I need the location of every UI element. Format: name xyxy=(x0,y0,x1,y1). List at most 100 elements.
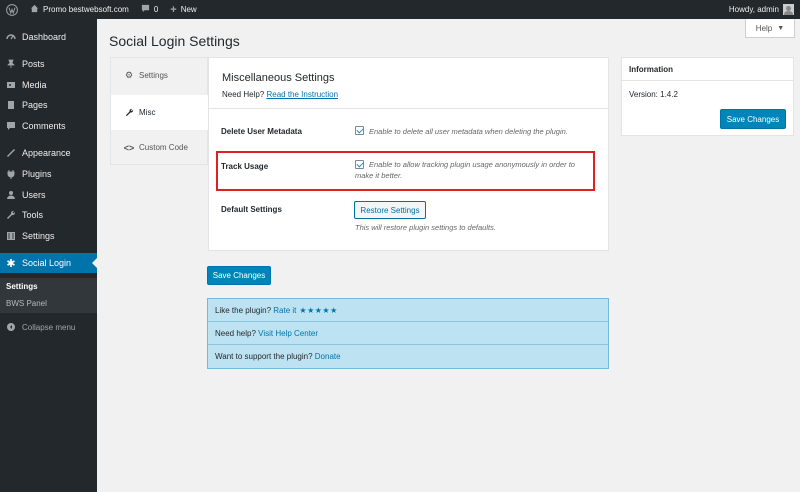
track-usage-checkbox[interactable] xyxy=(355,160,364,169)
settings-tabs: ⚙ Settings Misc <> Custom Code xyxy=(110,57,208,165)
donate-link[interactable]: Donate xyxy=(315,352,341,361)
admin-bar: Promo bestwebsoft.com 0 + New Howdy, adm… xyxy=(0,0,800,19)
submenu-item-settings[interactable]: Settings xyxy=(6,282,38,291)
rating-stars-icon[interactable]: ★★★★★ xyxy=(299,306,337,315)
misc-settings-panel: Miscellaneous Settings Need Help? Read t… xyxy=(208,57,609,251)
help-text: Need help? xyxy=(215,328,256,338)
track-usage-desc: Enable to allow tracking plugin usage an… xyxy=(355,159,575,181)
like-text: Like the plugin? xyxy=(215,305,272,315)
comments-count: 0 xyxy=(153,5,159,14)
sidebar-item-plugins[interactable]: Plugins xyxy=(0,164,97,184)
collapse-menu-button[interactable]: Collapse menu xyxy=(0,317,97,337)
need-help-label: Need Help? xyxy=(222,90,265,99)
page-icon xyxy=(5,99,17,111)
sidebar-item-label: Media xyxy=(22,80,47,90)
avatar xyxy=(783,4,794,15)
help-center-link[interactable]: Visit Help Center xyxy=(258,329,318,338)
save-changes-button[interactable]: Save Changes xyxy=(207,266,271,285)
site-name-link[interactable]: Promo bestwebsoft.com xyxy=(24,0,135,19)
track-usage-desc-line: make it better. xyxy=(355,171,403,180)
admin-sidebar: Dashboard Posts Media Pages Comments App… xyxy=(0,19,97,492)
wrench-icon xyxy=(124,108,134,117)
tab-label: Custom Code xyxy=(139,143,188,152)
help-button[interactable]: Help ▼ xyxy=(745,19,795,38)
support-text: Want to support the plugin? xyxy=(215,352,313,361)
brush-icon xyxy=(5,147,17,159)
sidebar-item-tools[interactable]: Tools xyxy=(0,205,97,225)
plug-icon xyxy=(5,168,17,180)
version-text: Version: 1.4.2 xyxy=(629,90,678,99)
sidebar-item-label: Appearance xyxy=(22,148,71,158)
restore-settings-desc: This will restore plugin settings to def… xyxy=(355,223,496,232)
sidebar-item-label: Users xyxy=(22,190,46,200)
sidebar-item-label: Pages xyxy=(22,100,48,110)
sidebar-item-settings[interactable]: Settings xyxy=(0,226,97,246)
wordpress-logo-icon[interactable] xyxy=(0,0,24,19)
rate-row: Like the plugin? Rate it ★★★★★ xyxy=(208,299,608,322)
sidebar-item-posts[interactable]: Posts xyxy=(0,54,97,74)
delete-metadata-label: Delete User Metadata xyxy=(221,127,302,136)
pin-icon xyxy=(5,58,17,70)
comment-icon xyxy=(5,120,17,132)
instruction-link[interactable]: Read the Instruction xyxy=(266,90,338,99)
comment-icon xyxy=(141,4,150,15)
sidebar-item-label: Dashboard xyxy=(22,32,67,42)
info-save-changes-button[interactable]: Save Changes xyxy=(720,109,786,129)
wrench-icon xyxy=(5,209,17,221)
support-row: Want to support the plugin? Donate xyxy=(208,345,608,368)
sidebar-item-label: Settings xyxy=(22,231,55,241)
sidebar-item-label: Social Login xyxy=(22,258,72,268)
sidebar-item-dashboard[interactable]: Dashboard xyxy=(0,27,97,47)
need-help-text: Need Help? Read the Instruction xyxy=(222,90,338,99)
delete-metadata-desc: Enable to delete all user metadata when … xyxy=(369,127,568,136)
restore-settings-button[interactable]: Restore Settings xyxy=(354,201,426,219)
rate-link[interactable]: Rate it xyxy=(273,306,296,315)
account-menu[interactable]: Howdy, admin xyxy=(729,0,800,19)
site-name: Promo bestwebsoft.com xyxy=(43,5,129,14)
help-row: Need help? Visit Help Center xyxy=(208,322,608,345)
panel-title: Miscellaneous Settings xyxy=(222,72,335,84)
sidebar-item-pages[interactable]: Pages xyxy=(0,95,97,115)
panel-header: Miscellaneous Settings Need Help? Read t… xyxy=(209,58,608,109)
caret-down-icon: ▼ xyxy=(777,24,785,32)
tab-label: Settings xyxy=(139,71,168,80)
collapse-icon xyxy=(5,321,17,333)
sidebar-item-appearance[interactable]: Appearance xyxy=(0,143,97,163)
information-title: Information xyxy=(622,58,793,81)
new-content-link[interactable]: + New xyxy=(164,0,202,19)
sliders-icon xyxy=(5,230,17,242)
howdy-text: Howdy, admin xyxy=(728,5,779,14)
track-usage-label: Track Usage xyxy=(221,162,269,171)
new-label: New xyxy=(180,5,197,14)
sidebar-item-media[interactable]: Media xyxy=(0,75,97,95)
sidebar-item-label: Tools xyxy=(22,210,44,220)
gear-icon: ⚙ xyxy=(124,70,134,80)
plus-icon: + xyxy=(170,3,177,16)
delete-metadata-checkbox[interactable] xyxy=(355,126,364,135)
submenu-item-bws-panel[interactable]: BWS Panel xyxy=(6,299,47,308)
collapse-label: Collapse menu xyxy=(22,322,76,332)
plugin-notice: Like the plugin? Rate it ★★★★★ Need help… xyxy=(207,298,609,369)
sidebar-item-label: Plugins xyxy=(22,169,52,179)
home-icon xyxy=(30,4,39,15)
tab-settings[interactable]: ⚙ Settings xyxy=(111,58,208,93)
sidebar-item-comments[interactable]: Comments xyxy=(0,116,97,136)
code-icon: <> xyxy=(123,142,135,153)
tab-misc[interactable]: Misc xyxy=(111,95,208,130)
sidebar-item-social-login[interactable]: ✱ Social Login xyxy=(0,253,97,273)
default-settings-label: Default Settings xyxy=(221,205,282,214)
dashboard-icon xyxy=(5,31,17,43)
tab-custom-code[interactable]: <> Custom Code xyxy=(111,130,208,165)
help-label: Help xyxy=(755,23,773,33)
sidebar-item-label: Comments xyxy=(22,121,66,131)
users-icon xyxy=(5,189,17,201)
sidebar-item-users[interactable]: Users xyxy=(0,185,97,205)
page-title: Social Login Settings xyxy=(109,33,240,49)
social-login-submenu: Settings BWS Panel xyxy=(0,278,97,313)
track-usage-desc-line: Enable to allow tracking plugin usage an… xyxy=(369,160,575,169)
sidebar-item-label: Posts xyxy=(22,59,45,69)
snowflake-icon: ✱ xyxy=(6,257,16,270)
tab-label: Misc xyxy=(139,108,156,117)
information-box: Information Version: 1.4.2 Save Changes xyxy=(621,57,794,136)
comments-link[interactable]: 0 xyxy=(135,0,164,19)
